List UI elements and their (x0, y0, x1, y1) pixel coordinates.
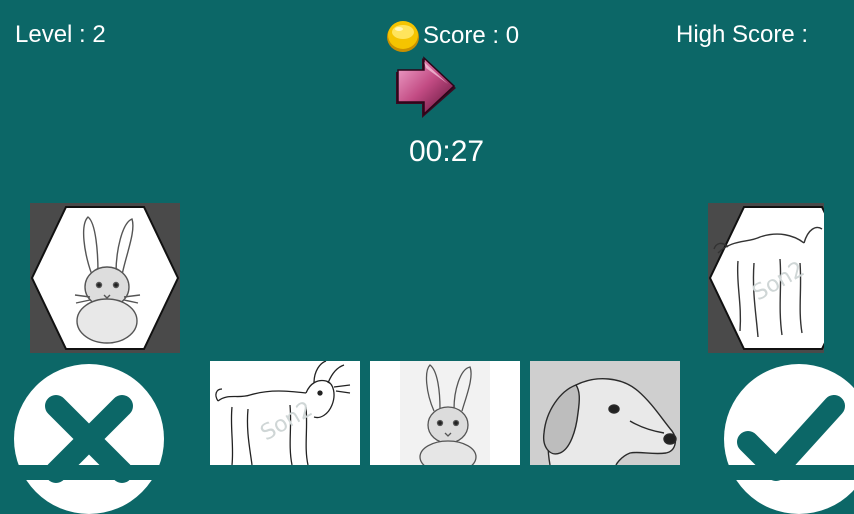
watermark-text: Son2 (257, 397, 317, 446)
cross-icon (45, 395, 133, 483)
score-display: Score : 0 (385, 18, 519, 54)
choice-tile-goat[interactable]: Son2 (210, 361, 360, 465)
score-label: Score : 0 (423, 22, 520, 49)
choice-tile-rabbit[interactable] (370, 361, 520, 465)
rabbit-hex-card[interactable] (30, 203, 180, 353)
level-label: Level : 2 (15, 21, 106, 48)
goat-sketch-image: Son2 (215, 361, 351, 465)
correct-answer-button[interactable] (724, 364, 854, 514)
wrong-answer-button[interactable] (14, 364, 164, 514)
dog-sketch-image (530, 361, 680, 465)
goat-hex-card[interactable]: Son2 (708, 203, 824, 353)
high-score-label: High Score : (676, 21, 809, 48)
rabbit-sketch-image (400, 361, 490, 465)
check-icon (737, 395, 845, 481)
rabbit-sketch-image (30, 206, 180, 350)
goat-sketch-image: Son2 (708, 206, 824, 350)
next-arrow-icon[interactable] (392, 56, 460, 120)
coin-icon (387, 21, 419, 52)
countdown-timer: 00:27 (409, 135, 485, 168)
choice-tile-dog[interactable] (530, 361, 680, 465)
bottom-edge (0, 465, 854, 480)
